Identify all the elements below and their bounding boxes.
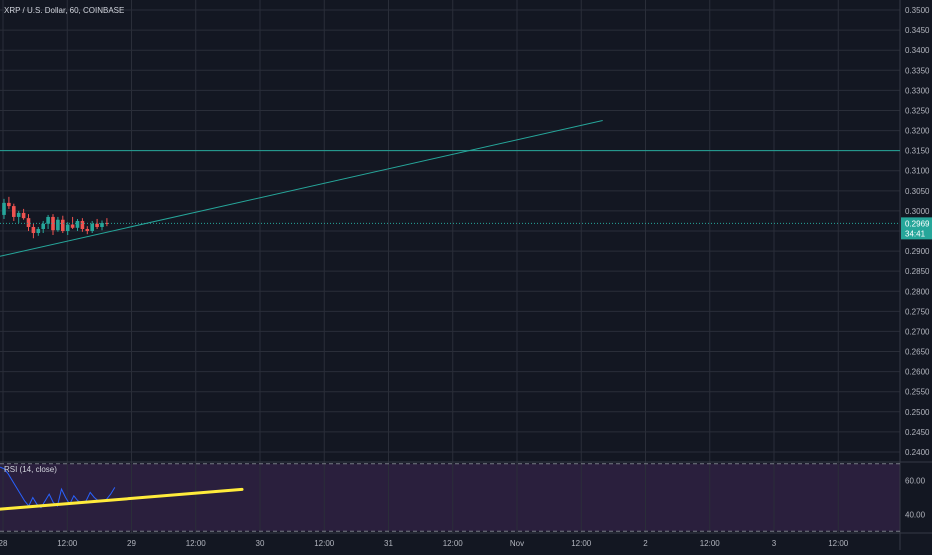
price-tick-label: 0.2750 <box>905 307 930 316</box>
candle-body <box>16 212 21 217</box>
candle-body <box>80 220 85 229</box>
price-tick-label: 0.3000 <box>905 207 930 216</box>
price-tick-label: 0.2550 <box>905 388 930 397</box>
candle-body <box>2 202 6 215</box>
candle-body <box>85 228 90 231</box>
price-tick-label: 0.2500 <box>905 408 930 417</box>
time-tick-label: 12:00 <box>443 539 464 548</box>
price-tick-label: 0.3200 <box>905 127 930 136</box>
time-tick-label: 12:00 <box>314 539 335 548</box>
time-tick-label: 12:00 <box>700 539 721 548</box>
time-tick-label: 31 <box>384 539 393 548</box>
time-tick-label: Nov <box>510 539 524 548</box>
candle-body <box>7 202 11 207</box>
candle-body <box>90 223 94 231</box>
price-tick-label: 0.3400 <box>905 46 930 55</box>
time-tick-label: 12:00 <box>57 539 78 548</box>
price-tick-label: 0.3250 <box>905 106 930 115</box>
candle-body <box>21 212 26 219</box>
candle-body <box>26 218 31 227</box>
bar-countdown-label: 34:41 <box>905 229 926 238</box>
time-tick-label: 30 <box>256 539 265 548</box>
time-tick-label: 2 <box>643 539 648 548</box>
symbol-legend[interactable]: XRP / U.S. Dollar, 60, COINBASE <box>4 6 124 15</box>
price-tick-label: 0.3300 <box>905 86 930 95</box>
chart-area[interactable]: 0.3500 0.3450 0.3400 0.3350 0.3300 0.3250 0.32… <box>0 0 932 550</box>
time-tick-label: 28 <box>0 539 8 548</box>
price-tick-label: 0.2900 <box>905 247 930 256</box>
time-tick-label: 12:00 <box>571 539 592 548</box>
price-tick-label: 0.2450 <box>905 428 930 437</box>
candle-body <box>56 219 60 231</box>
candle-body <box>95 223 99 227</box>
candle-body <box>12 206 16 217</box>
candle-body <box>70 224 75 228</box>
price-tick-label: 0.3100 <box>905 167 930 176</box>
price-tick-label: 0.3500 <box>905 6 930 15</box>
candle-body <box>65 224 70 231</box>
candle-body <box>36 228 41 234</box>
candle-body <box>75 220 80 228</box>
price-tick-label: 0.3050 <box>905 187 930 196</box>
price-tick-label: 0.2400 <box>905 448 930 457</box>
candle-body <box>46 216 50 224</box>
candle-body <box>31 226 36 234</box>
price-tick-label: 0.3150 <box>905 147 930 156</box>
price-chart[interactable]: 0.3500 0.3450 0.3400 0.3350 0.3300 0.3250 0.32… <box>0 0 932 550</box>
time-tick-label: 12:00 <box>828 539 849 548</box>
last-price-label: 0.2969 <box>905 219 930 228</box>
time-tick-label: 29 <box>127 539 136 548</box>
time-tick-label: 12:00 <box>186 539 207 548</box>
time-tick-label: 3 <box>772 539 777 548</box>
price-tick-label: 0.2800 <box>905 287 930 296</box>
candle-body <box>61 219 65 231</box>
price-tick-label: 0.2850 <box>905 267 930 276</box>
price-tick-label: 0.2600 <box>905 368 930 377</box>
price-tick-label: 0.3450 <box>905 26 930 35</box>
rsi-tick-label: 40.00 <box>905 510 926 519</box>
price-tick-label: 0.2650 <box>905 348 930 357</box>
price-tick-label: 0.2700 <box>905 327 930 336</box>
rsi-legend[interactable]: RSI (14, close) <box>4 465 57 474</box>
price-tick-label: 0.3350 <box>905 66 930 75</box>
candle-body <box>41 223 45 229</box>
rsi-tick-label: 60.00 <box>905 477 926 486</box>
